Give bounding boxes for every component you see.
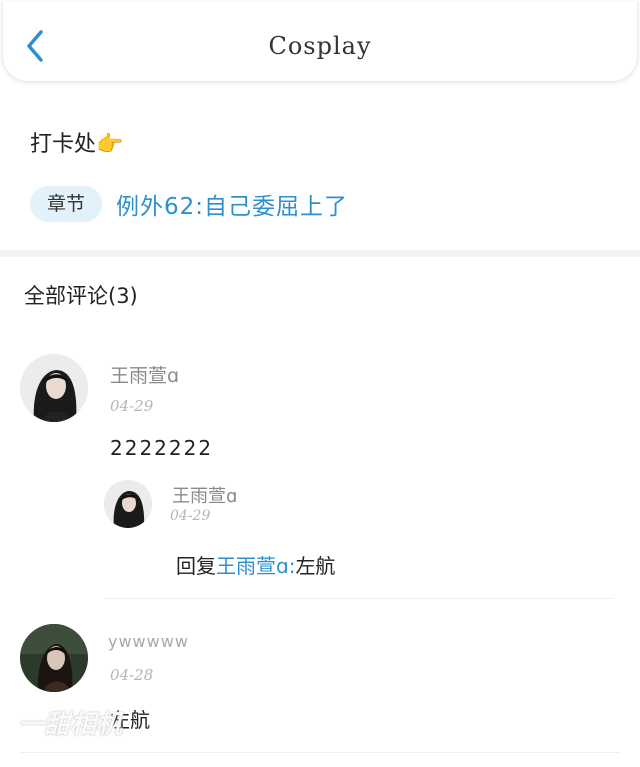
comments-title: 全部评论(3)	[24, 284, 138, 308]
avatar[interactable]	[20, 354, 88, 422]
page-title: Cosplay	[268, 32, 372, 60]
post-text: 打卡处👉	[30, 132, 124, 157]
comment-divider	[104, 598, 614, 599]
reply-avatar[interactable]	[104, 480, 152, 528]
avatar[interactable]	[20, 624, 88, 692]
reply-username[interactable]: 王雨萱ɑ	[172, 482, 237, 508]
comment-username[interactable]: 王雨萱ɑ	[110, 361, 179, 388]
reply-content: 回复王雨萱ɑ:左航	[176, 550, 335, 579]
chapter-link[interactable]: 例外62:自己委屈上了	[116, 187, 348, 221]
reply-text: 左航	[295, 554, 336, 578]
comment-date: 04-28	[110, 666, 154, 684]
reply-mention[interactable]: 王雨萱ɑ:	[216, 554, 295, 578]
reply-prefix: 回复	[176, 554, 216, 578]
comment-username[interactable]: ywwwww	[108, 632, 189, 651]
reply-date: 04-29	[170, 508, 211, 524]
top-nav-bar: Cosplay	[2, 2, 638, 82]
comment-divider	[20, 752, 620, 753]
watermark-logo: 一甜相机	[18, 710, 123, 740]
comment-date: 04-29	[110, 397, 154, 415]
comment-content: 2222222	[110, 436, 214, 460]
chapter-row: 章节 例外62:自己委屈上了	[30, 186, 348, 222]
chapter-tag: 章节	[30, 186, 102, 222]
section-divider	[0, 250, 640, 257]
